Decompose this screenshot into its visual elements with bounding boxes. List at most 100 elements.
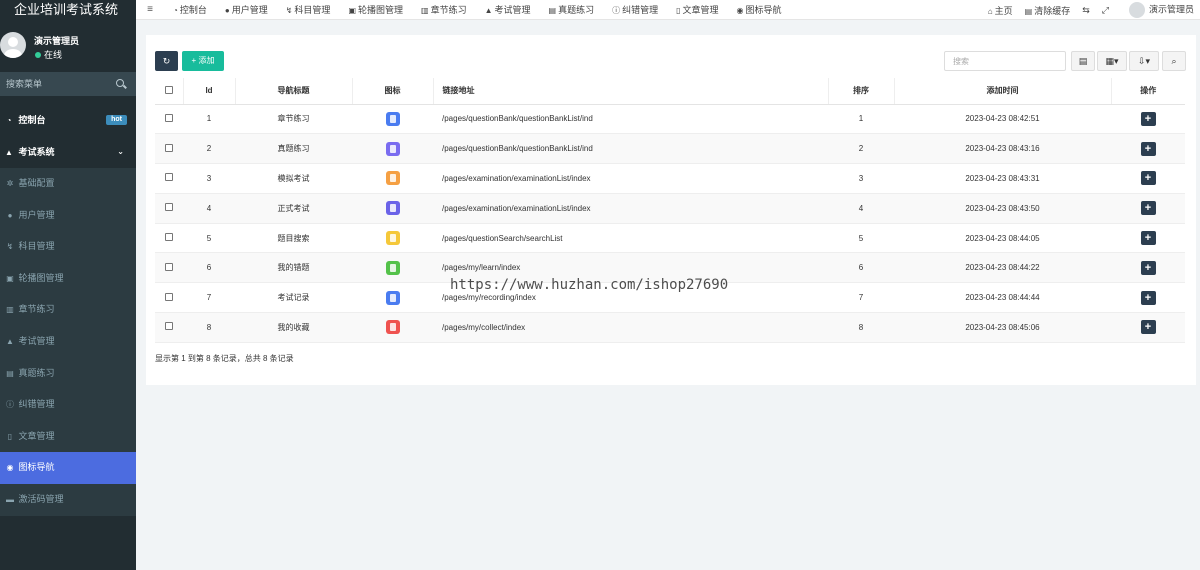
row-checkbox[interactable] xyxy=(165,233,173,242)
sidebar-item-dashboard[interactable]: ◔ 控制台 hot xyxy=(0,104,136,136)
plus-button[interactable]: + xyxy=(1140,111,1156,126)
columns-button[interactable]: ▦▾ xyxy=(1097,51,1127,71)
sidebar-item-1[interactable]: ● 用户管理 xyxy=(0,200,136,232)
fullscreen-icon[interactable]: ⤢ xyxy=(1096,5,1115,16)
multiplexing-icon[interactable]: ⇆ xyxy=(1076,5,1096,16)
sidebar-item-label: 轮播图管理 xyxy=(18,272,64,283)
tab-0[interactable]: ◔ 控制台 xyxy=(164,3,216,16)
row-checkbox[interactable] xyxy=(165,262,173,271)
tab-7[interactable]: ⓘ 纠错管理 xyxy=(603,3,667,16)
sidebar-item-10[interactable]: ▬ 激活码管理 xyxy=(0,484,136,516)
plus-button[interactable]: + xyxy=(1140,290,1156,305)
tab-label: 科目管理 xyxy=(294,5,331,15)
col-title[interactable]: 导航标题 xyxy=(235,78,353,105)
cell-icon xyxy=(352,252,433,284)
cell-time: 2023-04-23 08:44:22 xyxy=(894,252,1111,284)
list-icon: ▤ xyxy=(548,6,557,15)
graduation-cap-icon: ▲ xyxy=(484,6,493,15)
toggle-view-button[interactable]: ▤ xyxy=(1071,51,1095,71)
cell-title: 我的错题 xyxy=(235,252,352,284)
sidebar-item-8[interactable]: ▯ 文章管理 xyxy=(0,421,136,453)
sidebar-item-6[interactable]: ▤ 真题练习 xyxy=(0,358,136,390)
plus-button[interactable]: + xyxy=(1140,201,1156,216)
sidebar-item-label: 章节练习 xyxy=(18,304,55,315)
user-menu[interactable]: 演示管理员 xyxy=(1115,2,1200,18)
menu-toggle-icon[interactable]: ≡ xyxy=(136,4,164,15)
cell-op: + xyxy=(1111,312,1185,343)
cell-sort: 6 xyxy=(828,252,894,284)
add-label: 添加 xyxy=(198,56,215,65)
cell-link: /pages/my/recording/index xyxy=(433,282,828,314)
col-icon[interactable]: 图标 xyxy=(352,78,434,105)
cell-title: 我的收藏 xyxy=(235,312,352,343)
cell-link: /pages/questionSearch/searchList xyxy=(433,223,828,254)
tab-9[interactable]: ◉ 图标导航 xyxy=(728,3,791,16)
tab-8[interactable]: ▯ 文章管理 xyxy=(667,3,727,16)
sidebar-item-label: 文章管理 xyxy=(18,430,55,441)
image-icon: ▣ xyxy=(6,273,14,283)
cell-op: + xyxy=(1111,133,1185,165)
tab-5[interactable]: ▲ 考试管理 xyxy=(476,3,540,16)
export-button[interactable]: ⇩▾ xyxy=(1129,51,1159,71)
sidebar-item-7[interactable]: ⓘ 纠错管理 xyxy=(0,389,136,421)
tab-3[interactable]: ▣ 轮播图管理 xyxy=(339,3,412,16)
sidebar-submenu: ✲ 基础配置 ● 用户管理 ↯ 科目管理 ▣ 轮播图管理 ▥ 章节练习 ▲ 考试管理 ▤ 真… xyxy=(0,168,136,516)
cell-link: /pages/my/learn/index xyxy=(433,252,828,284)
sidebar-item-5[interactable]: ▲ 考试管理 xyxy=(0,326,136,358)
select-all-checkbox[interactable] xyxy=(164,85,173,94)
sidebar-item-3[interactable]: ▣ 轮播图管理 xyxy=(0,263,136,295)
row-checkbox[interactable] xyxy=(165,203,173,212)
col-time[interactable]: 添加时间 xyxy=(894,78,1112,105)
col-id[interactable]: Id xyxy=(183,78,236,105)
sidebar-item-2[interactable]: ↯ 科目管理 xyxy=(0,231,136,263)
user-icon: ● xyxy=(224,6,230,15)
row-checkbox[interactable] xyxy=(165,292,173,301)
plus-button[interactable]: + xyxy=(1140,260,1156,275)
top-nav-right: ⌂ 主页 ▤ 清除缓存 ⇆ ⤢ 演示管理员 xyxy=(982,0,1200,20)
row-checkbox[interactable] xyxy=(165,322,173,331)
table-row: 4 正式考试/pages/examination/examinationList/… xyxy=(155,193,1185,224)
cell-time: 2023-04-23 08:43:31 xyxy=(894,163,1111,194)
row-checkbox[interactable] xyxy=(165,113,173,122)
tab-1[interactable]: ● 用户管理 xyxy=(216,3,277,16)
table-search-input[interactable] xyxy=(944,51,1066,71)
table-row: 6 我的错题/pages/my/learn/index 6 2023-04-23 08… xyxy=(155,252,1185,284)
col-link[interactable]: 链接地址 xyxy=(433,78,829,105)
nav-table: Id 导航标题 图标 链接地址 排序 添加时间 操作 1 章节练习/pages/q… xyxy=(155,78,1185,343)
dashboard-icon: ◔ xyxy=(6,116,12,125)
clear-cache-button[interactable]: ▤ 清除缓存 xyxy=(1019,4,1077,17)
cell-id: 2 xyxy=(183,133,235,165)
search-icon[interactable] xyxy=(116,79,124,87)
eye-icon: ◉ xyxy=(6,463,14,473)
tab-6[interactable]: ▤ 真题练习 xyxy=(540,3,604,16)
row-checkbox[interactable] xyxy=(165,173,173,182)
plus-button[interactable]: + xyxy=(1140,320,1156,335)
graduation-cap-icon: ▲ xyxy=(5,148,13,157)
sidebar-item-4[interactable]: ▥ 章节练习 xyxy=(0,294,136,326)
cell-icon xyxy=(352,193,433,224)
sidebar-group-exam-system[interactable]: ▲ 考试系统 ⌄ xyxy=(0,136,136,168)
row-select-cell xyxy=(155,252,183,284)
advanced-search-button[interactable]: ⌕ xyxy=(1162,51,1186,71)
row-checkbox[interactable] xyxy=(165,143,173,152)
add-button[interactable]: + 添加 xyxy=(182,51,224,71)
home-link[interactable]: ⌂ 主页 xyxy=(982,4,1019,17)
col-sort[interactable]: 排序 xyxy=(828,78,895,105)
plus-button[interactable]: + xyxy=(1140,141,1156,156)
nav-item-icon xyxy=(385,141,400,156)
cell-op: + xyxy=(1111,163,1185,194)
tab-4[interactable]: ▥ 章节练习 xyxy=(412,3,476,16)
sidebar-item-label: 科目管理 xyxy=(18,241,55,252)
tab-2[interactable]: ↯ 科目管理 xyxy=(277,3,340,16)
table-row: 8 我的收藏/pages/my/collect/index 8 2023-04-23 … xyxy=(155,312,1185,343)
col-op: 操作 xyxy=(1111,78,1185,105)
sidebar-item-0[interactable]: ✲ 基础配置 xyxy=(0,168,136,200)
tab-label: 考试管理 xyxy=(494,5,531,15)
file-icon: ▯ xyxy=(7,431,13,441)
book-icon: ▥ xyxy=(421,6,429,15)
refresh-button[interactable]: ↻ xyxy=(155,51,178,71)
sidebar-item-9[interactable]: ◉ 图标导航 xyxy=(0,452,136,484)
plus-button[interactable]: + xyxy=(1140,171,1156,186)
plus-button[interactable]: + xyxy=(1140,231,1156,246)
menu-search-input[interactable] xyxy=(0,72,110,96)
